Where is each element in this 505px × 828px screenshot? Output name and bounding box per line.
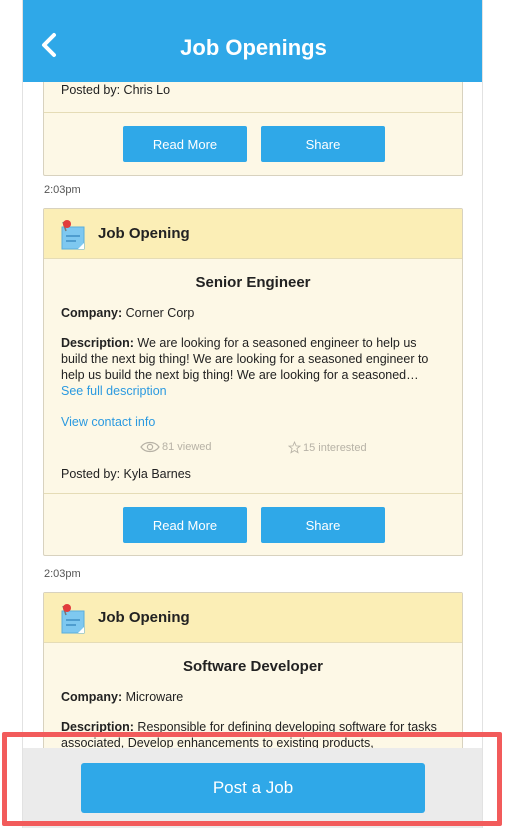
interested-stat: 15 interested: [288, 441, 367, 454]
job-card: Job Opening Senior Engineer Company: Cor…: [43, 208, 463, 556]
timestamp: 2:03pm: [44, 568, 81, 580]
description-label: Description:: [61, 336, 134, 350]
post-a-job-button[interactable]: Post a Job: [81, 763, 425, 813]
posted-by: Posted by: Chris Lo: [61, 83, 171, 97]
company-row: Company: Corner Corp: [44, 305, 462, 321]
company-label: Company:: [61, 306, 123, 320]
read-more-button[interactable]: Read More: [123, 507, 247, 543]
company-name: Microware: [125, 690, 184, 704]
page-title: Job Openings: [180, 35, 327, 60]
sticky-note-icon: [61, 604, 85, 634]
bottom-action-bar: Post a Job: [23, 748, 482, 828]
eye-icon: [140, 441, 160, 453]
card-actions: Read More Share: [44, 112, 462, 174]
card-header-label: Job Opening: [98, 225, 190, 242]
description-text-wrap: Description: We are looking for a season…: [61, 335, 445, 383]
description-row: Description: Responsible for defining de…: [44, 719, 462, 751]
job-title: Senior Engineer: [195, 274, 311, 291]
app-screen: Posted by: Chris Lo Read More Share 2:03…: [22, 0, 483, 828]
posted-by: Posted by: Kyla Barnes: [61, 467, 191, 481]
company-name: Corner Corp: [125, 306, 195, 320]
company-row: Company: Microware: [44, 689, 462, 705]
share-button[interactable]: Share: [261, 507, 385, 543]
card-actions: Read More Share: [44, 493, 462, 555]
stats-row: 81 viewed 15 interested: [44, 439, 462, 457]
see-full-description-link[interactable]: See full description: [61, 383, 167, 399]
read-more-button[interactable]: Read More: [123, 126, 247, 162]
share-button[interactable]: Share: [261, 126, 385, 162]
card-header: Job Opening: [44, 593, 462, 643]
job-feed[interactable]: Posted by: Chris Lo Read More Share 2:03…: [23, 0, 482, 828]
viewed-count: 81 viewed: [162, 441, 212, 453]
card-header: Job Opening: [44, 209, 462, 259]
interested-count: 15 interested: [303, 441, 367, 454]
viewed-stat: 81 viewed: [140, 441, 212, 453]
company-label: Company:: [61, 690, 123, 704]
description-row: Description: We are looking for a season…: [44, 335, 462, 383]
description-label: Description:: [61, 720, 134, 734]
star-icon: [288, 441, 301, 454]
view-contact-info-link[interactable]: View contact info: [61, 415, 155, 429]
timestamp: 2:03pm: [44, 184, 81, 196]
sticky-note-icon: [61, 220, 85, 250]
top-bar: Job Openings: [23, 0, 482, 82]
job-title: Software Developer: [182, 658, 324, 675]
card-header-label: Job Opening: [98, 609, 190, 626]
